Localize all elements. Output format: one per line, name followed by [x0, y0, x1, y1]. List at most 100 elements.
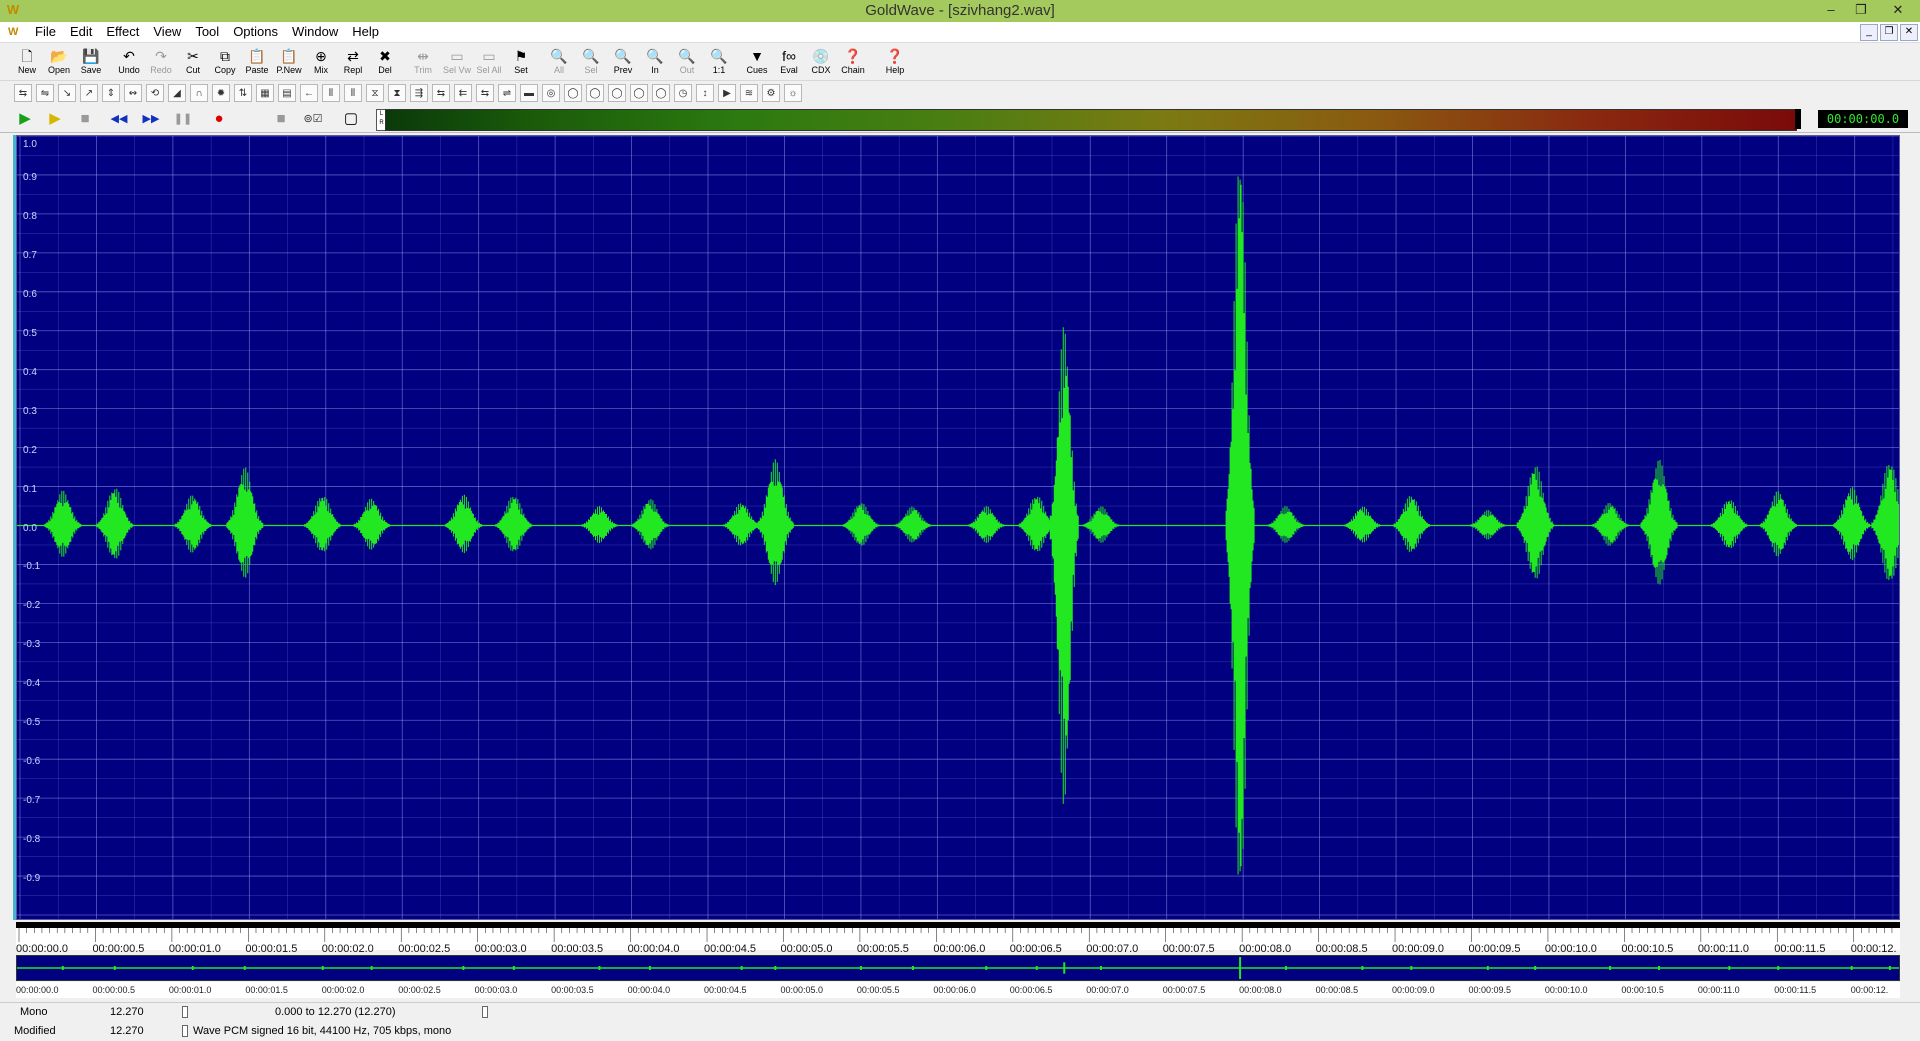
effect-tool-21-icon[interactable]: ⇇: [454, 84, 472, 102]
menu-file[interactable]: File: [28, 22, 63, 42]
menu-effect[interactable]: Effect: [99, 22, 146, 42]
status-modified: Modified: [14, 1025, 56, 1037]
menu-tool[interactable]: Tool: [188, 22, 226, 42]
overview-waveform[interactable]: [16, 955, 1900, 981]
fast-forward-button[interactable]: ▶▶: [140, 110, 162, 128]
play-all-button[interactable]: ▶: [14, 110, 36, 128]
effect-tool-4-icon[interactable]: ↗: [80, 84, 98, 102]
pause-button[interactable]: ❚❚: [172, 110, 194, 128]
overview-time-label: 00:00:04.5: [704, 985, 747, 995]
stop-button[interactable]: ■: [74, 110, 96, 128]
save-button[interactable]: 💾 Save: [76, 47, 106, 79]
menu-options[interactable]: Options: [226, 22, 285, 42]
chain-button[interactable]: ❓ Chain: [838, 47, 868, 79]
effect-tool-13-icon[interactable]: ▤: [278, 84, 296, 102]
effect-tool-31-icon[interactable]: ◷: [674, 84, 692, 102]
play-selection-button[interactable]: ▶: [44, 110, 66, 128]
goldwave-app-icon[interactable]: W: [6, 3, 20, 17]
cdx-button[interactable]: 💿 CDX: [806, 47, 836, 79]
effect-tool-2-icon[interactable]: ⇋: [36, 84, 54, 102]
minimize-button[interactable]: –: [1816, 0, 1846, 22]
effect-tool-34-icon[interactable]: ≋: [740, 84, 758, 102]
redo-button[interactable]: ↷ Redo: [146, 47, 176, 79]
mdi-close-button[interactable]: ✕: [1900, 24, 1918, 41]
loop-button[interactable]: ⊚☑: [302, 110, 324, 128]
effect-tool-35-icon[interactable]: ⚙: [762, 84, 780, 102]
effect-tool-6-icon[interactable]: ↭: [124, 84, 142, 102]
status-separator: [182, 1025, 188, 1037]
1-1-button[interactable]: 🔍 1:1: [704, 47, 734, 79]
effect-tool-3-icon[interactable]: ↘: [58, 84, 76, 102]
set-button[interactable]: ⚑ Set: [506, 47, 536, 79]
open-button[interactable]: 📂 Open: [44, 47, 74, 79]
undo-button[interactable]: ↶ Undo: [114, 47, 144, 79]
effect-tool-11-icon[interactable]: ⇅: [234, 84, 252, 102]
menu-view[interactable]: View: [146, 22, 188, 42]
document-icon[interactable]: W: [8, 26, 24, 38]
effect-tool-12-icon[interactable]: ▦: [256, 84, 274, 102]
paste-button[interactable]: 📋 Paste: [242, 47, 272, 79]
effect-tool-29-icon[interactable]: ◯: [630, 84, 648, 102]
p-new-button[interactable]: 📋 P.New: [274, 47, 304, 79]
effect-tool-30-icon[interactable]: ◯: [652, 84, 670, 102]
effect-tool-17-icon[interactable]: ⧖: [366, 84, 384, 102]
effect-tool-28-icon[interactable]: ◯: [608, 84, 626, 102]
close-button[interactable]: ✕: [1876, 0, 1920, 22]
effect-tool-25-icon[interactable]: ◎: [542, 84, 560, 102]
record-button[interactable]: ●: [208, 110, 230, 128]
time-ruler[interactable]: 00:00:00.0 00:00:00.5 00:00:01.0 00:00:01.5…: [16, 922, 1900, 955]
effect-tool-7-icon[interactable]: ⟲: [146, 84, 164, 102]
effect-tool-16-icon[interactable]: ⦀: [344, 84, 362, 102]
effect-tool-36-icon[interactable]: ☼: [784, 84, 802, 102]
effect-tool-1-icon[interactable]: ⇆: [14, 84, 32, 102]
stop-record-button[interactable]: ■: [270, 110, 292, 128]
menu-help[interactable]: Help: [345, 22, 386, 42]
effect-tool-15-icon[interactable]: ⦀: [322, 84, 340, 102]
repl-button[interactable]: ⇄ Repl: [338, 47, 368, 79]
in-button[interactable]: 🔍 In: [640, 47, 670, 79]
help-button[interactable]: ❓ Help: [880, 47, 910, 79]
prev-button[interactable]: 🔍 Prev: [608, 47, 638, 79]
effect-tool-32-icon[interactable]: ↕: [696, 84, 714, 102]
effect-tool-14-icon[interactable]: ←: [300, 84, 318, 102]
effect-tool-23-icon[interactable]: ⇌: [498, 84, 516, 102]
sel-all-button[interactable]: ▭ Sel All: [474, 47, 504, 79]
cut-button[interactable]: ✂ Cut: [178, 47, 208, 79]
effect-tool-8-icon[interactable]: ◢: [168, 84, 186, 102]
trim-button[interactable]: ⇹ Trim: [408, 47, 438, 79]
rewind-button[interactable]: ◀◀: [108, 110, 130, 128]
effect-tool-20-icon[interactable]: ⇆: [432, 84, 450, 102]
del-button[interactable]: ✖ Del: [370, 47, 400, 79]
mix-button[interactable]: ⊕ Mix: [306, 47, 336, 79]
sel-vw-button[interactable]: ▭ Sel Vw: [442, 47, 472, 79]
time-ruler-label: 00:00:01.5: [245, 943, 298, 955]
cues-button[interactable]: ▼ Cues: [742, 47, 772, 79]
eval-button[interactable]: f∞ Eval: [774, 47, 804, 79]
new-button[interactable]: 🗋 New: [12, 47, 42, 79]
effect-tool-26-icon[interactable]: ◯: [564, 84, 582, 102]
menu-window[interactable]: Window: [285, 22, 345, 42]
out-button[interactable]: 🔍 Out: [672, 47, 702, 79]
effect-tool-24-icon[interactable]: ▬: [520, 84, 538, 102]
sel-button[interactable]: 🔍 Sel: [576, 47, 606, 79]
effect-tool-10-icon[interactable]: ✹: [212, 84, 230, 102]
mdi-restore-button[interactable]: ❐: [1880, 24, 1898, 41]
all-button[interactable]: 🔍 All: [544, 47, 574, 79]
restore-button[interactable]: ❐: [1846, 0, 1876, 22]
mdi-minimize-button[interactable]: _: [1860, 24, 1878, 41]
waveform-canvas[interactable]: [17, 136, 1899, 919]
record-mode-button[interactable]: ▢: [340, 110, 362, 128]
effect-tool-5-icon[interactable]: ⇕: [102, 84, 120, 102]
effect-tool-27-icon[interactable]: ◯: [586, 84, 604, 102]
waveform-burst-path: [580, 506, 618, 543]
select-view-icon: ▭: [450, 48, 464, 64]
menu-edit[interactable]: Edit: [63, 22, 99, 42]
copy-button[interactable]: ⧉ Copy: [210, 47, 240, 79]
waveform-view[interactable]: 1.0 0.9 0.8 0.7 0.6 0.5 0.4 0.3 0.2 0.1 0.0 -0.1 -0.…: [16, 135, 1900, 920]
effect-tool-18-icon[interactable]: ⧗: [388, 84, 406, 102]
effect-tool-19-icon[interactable]: ⇶: [410, 84, 428, 102]
overview-canvas[interactable]: [17, 956, 1899, 980]
effect-tool-9-icon[interactable]: ∩: [190, 84, 208, 102]
effect-tool-33-icon[interactable]: ▶: [718, 84, 736, 102]
effect-tool-22-icon[interactable]: ⇆: [476, 84, 494, 102]
